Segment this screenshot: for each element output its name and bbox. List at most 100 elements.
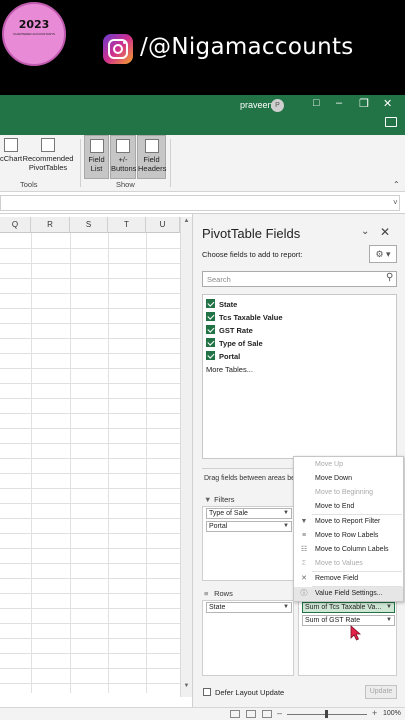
menu-item-label: Move to End — [315, 503, 355, 510]
zoom-out-icon[interactable]: – — [277, 708, 282, 718]
plus-minus-buttons-button[interactable]: +/- Buttons — [110, 135, 136, 179]
menu-item-remove-field[interactable]: ✕ Remove Field — [294, 572, 403, 586]
normal-view-icon[interactable] — [230, 710, 240, 718]
row-chip-state[interactable]: State ▼ — [206, 602, 292, 613]
checkbox-checked-icon[interactable] — [206, 325, 215, 334]
expand-formula-bar-icon[interactable]: ˅ — [393, 198, 398, 207]
menu-item-value-field-settings[interactable]: ⓘ Value Field Settings... — [294, 587, 403, 601]
defer-layout-update[interactable]: Defer Layout Update — [203, 688, 284, 697]
menu-item-move-to-beginning[interactable]: Move to Beginning — [294, 486, 403, 500]
menu-item-move-to-values[interactable]: Σ Move to Values — [294, 557, 403, 571]
recommended-pivottables-button[interactable]: Recommended PivotTables — [22, 135, 74, 179]
group-label-show: Show — [116, 180, 135, 189]
info-icon: ⓘ — [300, 590, 308, 597]
field-item-state[interactable]: State — [206, 299, 237, 311]
menu-item-move-up[interactable]: Move Up — [294, 458, 403, 472]
close-window-icon[interactable]: ✕ — [383, 97, 392, 110]
column-header-u[interactable]: U — [146, 217, 180, 233]
menu-item-move-to-column-labels[interactable]: ☷ Move to Column Labels — [294, 543, 403, 557]
recommended-label-2: PivotTables — [28, 163, 68, 172]
checkbox-checked-icon[interactable] — [206, 299, 215, 308]
page-layout-view-icon[interactable] — [246, 710, 256, 718]
vertical-scrollbar[interactable]: ▲ ▼ — [180, 217, 192, 697]
field-item-type-of-sale[interactable]: Type of Sale — [206, 338, 263, 350]
menu-item-move-down[interactable]: Move Down — [294, 472, 403, 486]
filter-chip-portal[interactable]: Portal ▼ — [206, 521, 292, 532]
checkbox-unchecked-icon[interactable] — [203, 688, 211, 696]
pane-settings-button[interactable]: ⚙ ▾ — [369, 245, 397, 263]
menu-item-label: Move to Row Labels — [315, 532, 379, 539]
search-placeholder: Search — [207, 275, 231, 284]
scroll-up-icon[interactable]: ▲ — [181, 218, 192, 224]
grid-row-line — [0, 488, 180, 489]
grid-row-line — [0, 563, 180, 564]
rows-label: Rows — [214, 589, 233, 598]
menu-item-label: Move to Beginning — [315, 489, 373, 496]
grid-row-line — [0, 548, 180, 549]
grid-column-line — [146, 233, 147, 693]
pane-close-icon[interactable]: ✕ — [380, 225, 390, 239]
column-header-t[interactable]: T — [108, 217, 146, 233]
chip-dropdown-icon[interactable]: ▼ — [386, 616, 392, 625]
formula-input[interactable] — [0, 195, 400, 211]
pivotchart-label: cChart — [0, 154, 23, 163]
pane-options-chevron-icon[interactable]: ⌄ — [361, 226, 369, 237]
value-chip-sum-tcs-taxable[interactable]: Sum of Tcs Taxable Va... ▼ — [302, 602, 395, 613]
filters-label: Filters — [214, 495, 235, 504]
field-item-portal[interactable]: Portal — [206, 351, 240, 363]
update-button[interactable]: Update — [365, 685, 397, 699]
grid-row-line — [0, 668, 180, 669]
field-name: State — [219, 300, 238, 309]
restore-icon[interactable]: ❐ — [359, 97, 369, 110]
checkbox-checked-icon[interactable] — [206, 351, 215, 360]
promo-banner: 2023 CHARTERED ACCOUNTANTS /@Nigamaccoun… — [0, 0, 405, 95]
field-item-gst-rate[interactable]: GST Rate — [206, 325, 253, 337]
value-chip-sum-gst-rate[interactable]: Sum of GST Rate ▼ — [302, 615, 395, 626]
chip-dropdown-icon[interactable]: ▼ — [283, 522, 289, 531]
grid-row-line — [0, 533, 180, 534]
chip-dropdown-icon[interactable]: ▼ — [386, 603, 392, 612]
pivotchart-button[interactable]: cChart — [0, 135, 22, 179]
field-list-label-2: List — [90, 164, 103, 173]
checkbox-checked-icon[interactable] — [206, 312, 215, 321]
column-header-s[interactable]: S — [70, 217, 108, 233]
menu-item-label: Value Field Settings... — [315, 590, 383, 597]
checkbox-checked-icon[interactable] — [206, 338, 215, 347]
field-list-button[interactable]: Field List — [84, 135, 109, 179]
field-headers-button[interactable]: Field Headers — [137, 135, 166, 179]
zoom-level[interactable]: 100% — [383, 710, 401, 717]
ribbon: cChart Recommended PivotTables Tools Fie… — [0, 135, 405, 192]
field-item-tcs-taxable-value[interactable]: Tcs Taxable Value — [206, 312, 283, 324]
status-bar: – + 100% — [0, 707, 405, 720]
chip-dropdown-icon[interactable]: ▼ — [283, 509, 289, 518]
chip-dropdown-icon[interactable]: ▼ — [283, 603, 289, 612]
minimize-icon[interactable]: – — [336, 97, 342, 109]
zoom-in-icon[interactable]: + — [372, 708, 377, 718]
filters-area-header: ▼ Filters — [204, 495, 235, 504]
menu-item-move-to-end[interactable]: Move to End — [294, 500, 403, 514]
values-area[interactable]: Sum of Tcs Taxable Va... ▼ Sum of GST Rat… — [298, 600, 397, 676]
field-search-input[interactable]: Search ⚲ — [202, 271, 397, 287]
mouse-cursor-icon — [350, 625, 362, 641]
more-tables-link[interactable]: More Tables... — [206, 365, 253, 374]
comments-icon[interactable] — [385, 117, 397, 127]
worksheet-grid[interactable]: Q R S T U ▲ ▼ — [0, 214, 192, 707]
menu-item-label: Move to Values — [315, 560, 363, 567]
page-break-view-icon[interactable] — [262, 710, 272, 718]
filter-chip-type-of-sale[interactable]: Type of Sale ▼ — [206, 508, 292, 519]
ribbon-display-options-icon[interactable]: □ — [313, 97, 320, 109]
column-header-q[interactable]: Q — [0, 217, 31, 233]
scroll-down-icon[interactable]: ▼ — [181, 683, 192, 689]
rows-area[interactable]: State ▼ — [202, 600, 294, 676]
instagram-icon — [103, 34, 133, 64]
filters-area[interactable]: Type of Sale ▼ Portal ▼ — [202, 506, 294, 581]
user-avatar[interactable]: P — [271, 99, 284, 112]
menu-item-move-to-row-labels[interactable]: ≡ Move to Row Labels — [294, 529, 403, 543]
menu-item-move-to-report-filter[interactable]: ▼ Move to Report Filter — [294, 515, 403, 529]
collapse-ribbon-icon[interactable]: ⌃ — [393, 180, 400, 189]
column-header-r[interactable]: R — [31, 217, 70, 233]
zoom-slider-thumb[interactable] — [325, 710, 328, 718]
filter-icon: ▼ — [204, 495, 212, 504]
ribbon-separator — [80, 139, 81, 187]
grid-row-line — [0, 653, 180, 654]
